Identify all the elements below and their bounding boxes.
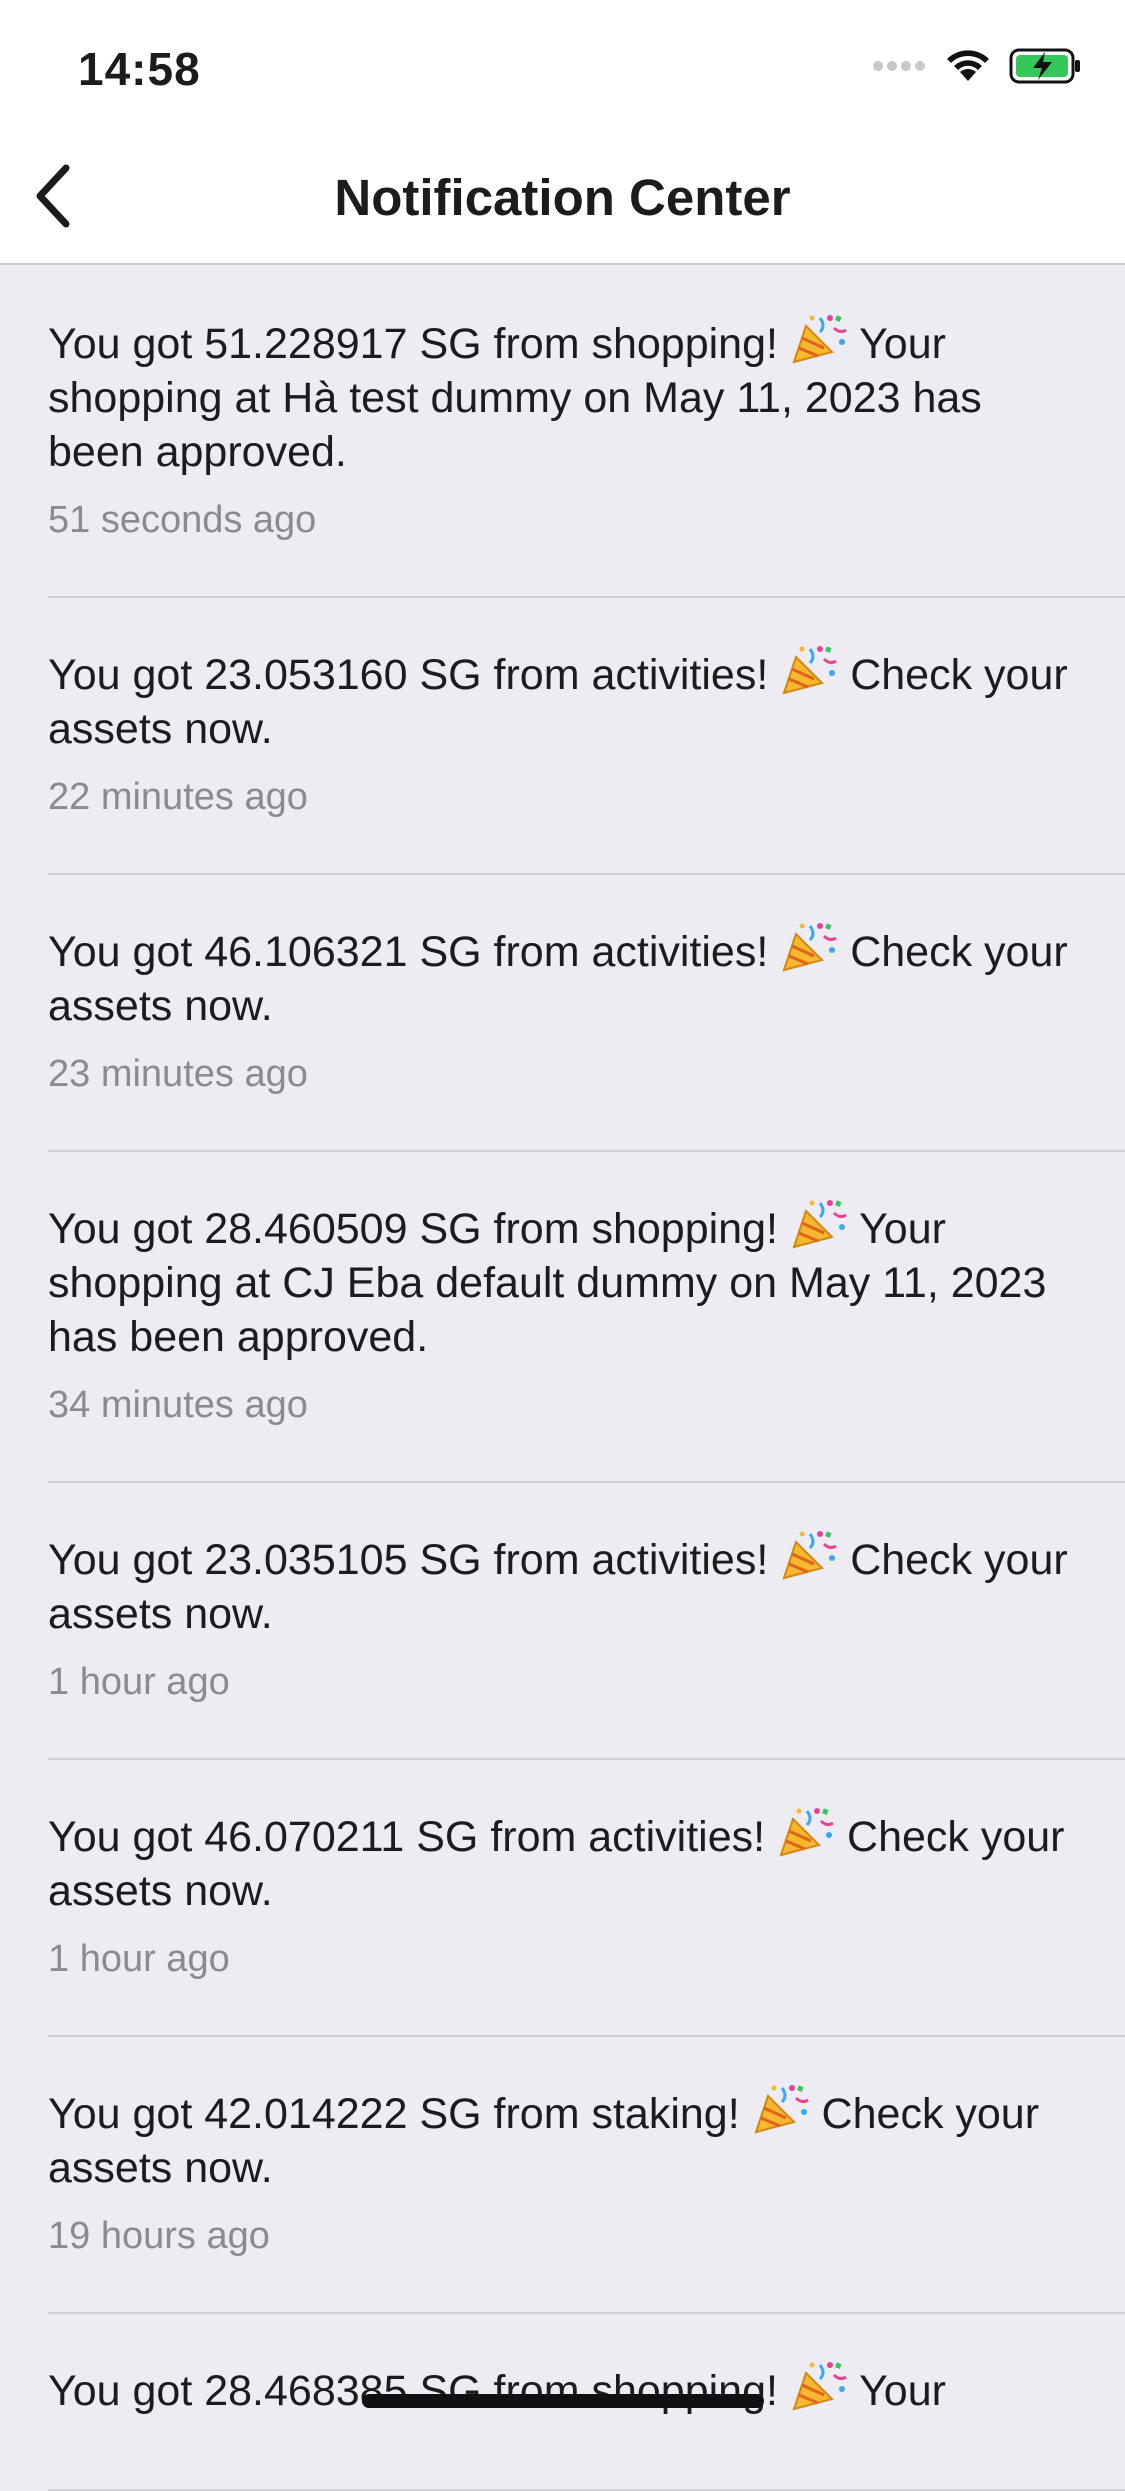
notification-item[interactable]: You got 46.106321 SG from activities! Ch…: [0, 875, 1125, 1152]
notification-time: 51 seconds ago: [48, 499, 317, 541]
notification-time: 23 minutes ago: [48, 1053, 308, 1095]
notification-message: You got 28.468385 SG from shopping! Your: [48, 2359, 1085, 2418]
status-bar: 14:58: [0, 0, 1125, 132]
wifi-icon: [945, 49, 991, 88]
party-popper-icon: [780, 643, 838, 695]
notification-message: You got 23.035105 SG from activities! Ch…: [48, 1528, 1085, 1641]
status-time: 14:58: [78, 43, 201, 95]
party-popper-icon: [780, 1528, 838, 1580]
notification-message: You got 28.460509 SG from shopping! Your…: [48, 1197, 1085, 1364]
notification-time: 22 minutes ago: [48, 776, 308, 818]
party-popper-icon: [777, 1805, 835, 1857]
notification-item[interactable]: You got 23.035105 SG from activities! Ch…: [0, 1483, 1125, 1760]
notification-time: 1 hour ago: [48, 1661, 230, 1703]
page-title: Notification Center: [334, 169, 791, 226]
notification-item[interactable]: You got 51.228917 SG from shopping! Your…: [0, 267, 1125, 598]
status-icons: [873, 48, 1083, 88]
home-indicator[interactable]: [362, 2394, 764, 2408]
battery-charging-icon: [1009, 48, 1083, 89]
notification-time: 19 hours ago: [48, 2215, 270, 2257]
notification-time: 1 hour ago: [48, 1938, 230, 1980]
notification-time: 34 minutes ago: [48, 1384, 308, 1426]
party-popper-icon: [790, 312, 848, 364]
notification-message: You got 46.070211 SG from activities! Ch…: [48, 1805, 1085, 1918]
party-popper-icon: [790, 1197, 848, 1249]
notification-list: You got 51.228917 SG from shopping! Your…: [0, 267, 1125, 2491]
signal-dots-icon: [873, 59, 927, 77]
party-popper-icon: [790, 2359, 848, 2411]
party-popper-icon: [752, 2082, 810, 2134]
notification-message: You got 42.014222 SG from staking! Check…: [48, 2082, 1085, 2195]
notification-item[interactable]: You got 46.070211 SG from activities! Ch…: [0, 1760, 1125, 2037]
notification-item[interactable]: You got 28.460509 SG from shopping! Your…: [0, 1152, 1125, 1483]
notification-message: You got 51.228917 SG from shopping! Your…: [48, 312, 1085, 479]
navigation-bar: Notification Center: [0, 132, 1125, 265]
notification-message: You got 23.053160 SG from activities! Ch…: [48, 643, 1085, 756]
notification-item[interactable]: You got 42.014222 SG from staking! Check…: [0, 2037, 1125, 2314]
party-popper-icon: [780, 920, 838, 972]
notification-message: You got 46.106321 SG from activities! Ch…: [48, 920, 1085, 1033]
notification-item[interactable]: You got 23.053160 SG from activities! Ch…: [0, 598, 1125, 875]
